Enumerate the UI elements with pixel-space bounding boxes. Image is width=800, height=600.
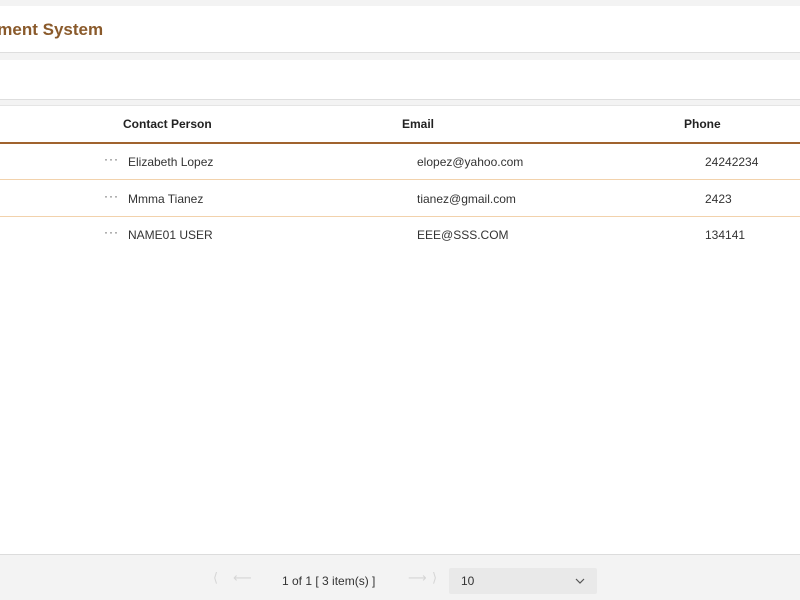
email-cell: elopez@yahoo.com (417, 155, 524, 169)
more-actions-icon[interactable]: ··· (104, 214, 119, 250)
more-actions-icon[interactable]: ··· (104, 141, 119, 177)
page-size-value: 10 (461, 574, 475, 588)
first-page-icon[interactable]: ⟨ (213, 570, 218, 586)
toolbar (0, 60, 800, 100)
column-header-phone[interactable]: Phone (684, 106, 721, 142)
prev-page-icon[interactable]: ⟵ (233, 570, 252, 586)
app-window: agement System Contact Person Email Phon… (0, 0, 800, 600)
chevron-down-icon (575, 578, 585, 584)
data-grid: Contact Person Email Phone ··· Elizabeth… (0, 105, 800, 555)
contact-person-cell: Mmma Tianez (128, 192, 204, 206)
next-page-icon[interactable]: ⟶ (408, 570, 427, 586)
column-header-email[interactable]: Email (402, 106, 434, 142)
app-title-text: agement System (0, 20, 104, 39)
pager: ⟨ ⟵ 1 of 1 [ 3 item(s) ] ⟶ ⟩ 10 (0, 556, 800, 600)
grid-header: Contact Person Email Phone (0, 106, 800, 144)
email-cell: tianez@gmail.com (417, 192, 516, 206)
contact-person-cell: NAME01 USER (128, 228, 213, 242)
email-cell: EEE@SSS.COM (417, 228, 509, 242)
phone-cell: 134141 (705, 228, 746, 242)
contact-person-cell: Elizabeth Lopez (128, 155, 214, 169)
table-row[interactable]: ··· Mmma Tianez tianez@gmail.com 2423 (0, 181, 800, 217)
app-title: agement System (0, 6, 800, 53)
phone-cell: 24242234 (705, 155, 759, 169)
page-info: 1 of 1 [ 3 item(s) ] (282, 574, 376, 588)
phone-cell: 2423 (705, 192, 732, 206)
column-header-contact-person[interactable]: Contact Person (123, 106, 212, 142)
last-page-icon[interactable]: ⟩ (432, 570, 437, 586)
more-actions-icon[interactable]: ··· (104, 178, 119, 214)
table-row[interactable]: ··· NAME01 USER EEE@SSS.COM 134141 (0, 217, 800, 253)
table-row[interactable]: ··· Elizabeth Lopez elopez@yahoo.com 242… (0, 144, 800, 180)
app-header: agement System (0, 6, 800, 53)
page-size-select[interactable]: 10 (449, 568, 597, 594)
